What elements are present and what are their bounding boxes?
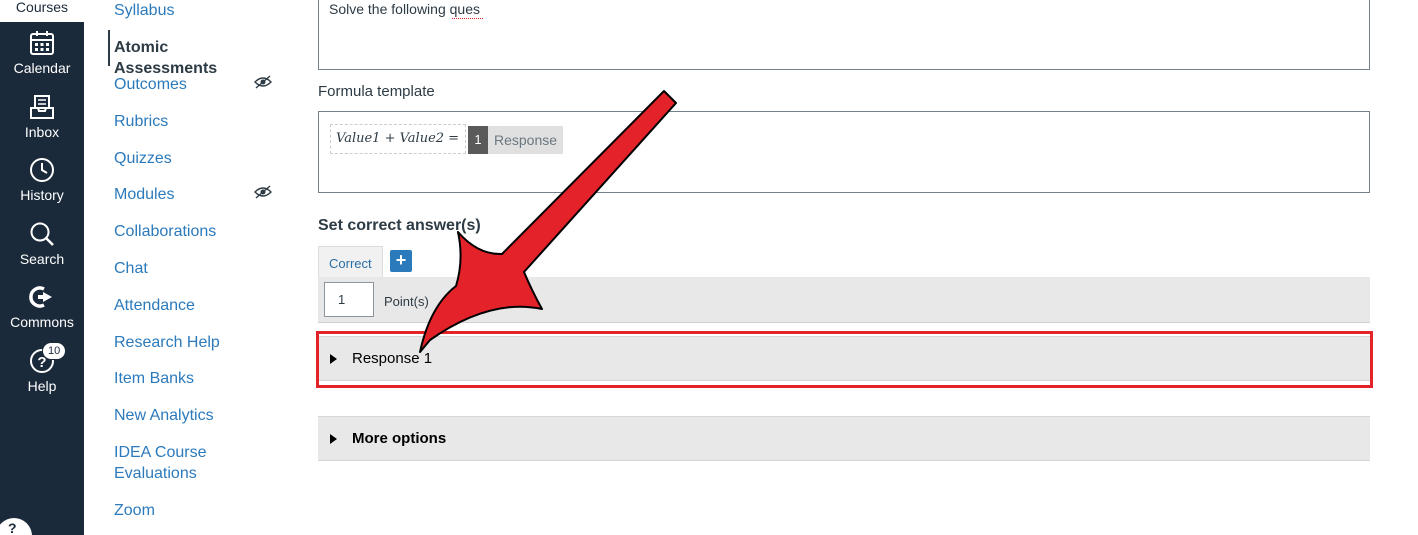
global-nav-label: Help xyxy=(27,378,57,394)
global-nav-inbox[interactable]: Inbox xyxy=(0,94,84,140)
course-nav-zoom[interactable]: Zoom xyxy=(114,500,274,521)
clock-icon xyxy=(30,158,54,182)
calendar-icon xyxy=(30,31,54,55)
global-nav-label: Commons xyxy=(10,314,74,330)
global-nav-help[interactable]: ? Help 10 xyxy=(0,342,84,394)
response-number-badge: 1 xyxy=(468,126,488,154)
course-nav: Syllabus Atomic Assessments Outcomes Rub… xyxy=(108,0,298,535)
course-nav-idea-course-evaluations[interactable]: IDEA Course Evaluations xyxy=(114,442,224,484)
course-nav-collaborations[interactable]: Collaborations xyxy=(114,221,274,242)
course-nav-quizzes[interactable]: Quizzes xyxy=(114,148,274,169)
inbox-icon xyxy=(30,95,54,119)
global-nav-calendar[interactable]: Calendar xyxy=(0,30,84,76)
course-nav-atomic-assessments[interactable]: Atomic Assessments xyxy=(114,37,274,79)
help-badge: 10 xyxy=(42,342,67,360)
points-label: Point(s) xyxy=(384,294,429,309)
formula-template-label: Formula template xyxy=(318,83,435,100)
course-nav-syllabus[interactable]: Syllabus xyxy=(114,0,274,21)
course-nav-rubrics[interactable]: Rubrics xyxy=(114,111,274,132)
add-alternate-button[interactable]: + xyxy=(390,250,412,272)
hidden-eye-icon xyxy=(254,75,272,89)
global-nav-label: Search xyxy=(19,251,65,267)
formula-expression: Value1 + Value2 = xyxy=(330,124,467,154)
response-placeholder[interactable]: Response xyxy=(488,126,563,154)
global-nav-label: Calendar xyxy=(13,60,71,76)
global-nav-label: Inbox xyxy=(24,124,60,140)
tab-correct[interactable]: Correct xyxy=(318,246,383,277)
points-row: 1 Point(s) xyxy=(318,277,1370,323)
highlight-box xyxy=(316,331,1373,388)
course-nav-chat[interactable]: Chat xyxy=(114,258,274,279)
more-options-label: More options xyxy=(352,430,447,447)
global-nav-commons[interactable]: Commons xyxy=(0,284,84,330)
set-correct-heading: Set correct answer(s) xyxy=(318,217,481,234)
points-input[interactable]: 1 xyxy=(324,282,374,317)
spellcheck-underline xyxy=(452,17,483,19)
course-nav-research-help[interactable]: Research Help xyxy=(114,332,274,353)
more-options-accordion[interactable]: More options xyxy=(318,416,1370,461)
active-indicator xyxy=(108,30,110,66)
commons-icon xyxy=(29,286,52,308)
hidden-eye-icon xyxy=(254,185,272,199)
question-stem-text: Solve the following ques xyxy=(329,1,480,17)
global-nav-search[interactable]: Search xyxy=(0,221,84,267)
course-nav-attendance[interactable]: Attendance xyxy=(114,295,274,316)
global-nav-label: History xyxy=(20,187,64,203)
course-nav-new-analytics[interactable]: New Analytics xyxy=(114,405,274,426)
course-nav-modules[interactable]: Modules xyxy=(114,184,274,205)
course-nav-item-banks[interactable]: Item Banks xyxy=(114,368,274,389)
question-stem-editor[interactable]: Solve the following ques xyxy=(318,0,1370,70)
help-corner-icon: ? xyxy=(8,520,17,535)
search-icon xyxy=(30,222,54,246)
global-nav-history[interactable]: History xyxy=(0,157,84,203)
expand-triangle-icon xyxy=(330,434,337,444)
global-nav-courses[interactable]: Courses xyxy=(0,0,84,22)
global-nav: Courses Calendar Inbox History Search Co… xyxy=(0,0,84,535)
formula-template-editor[interactable]: Value1 + Value2 = 1 Response xyxy=(318,111,1370,193)
course-nav-outcomes[interactable]: Outcomes xyxy=(114,74,274,95)
help-corner-button[interactable]: ? xyxy=(0,518,32,535)
